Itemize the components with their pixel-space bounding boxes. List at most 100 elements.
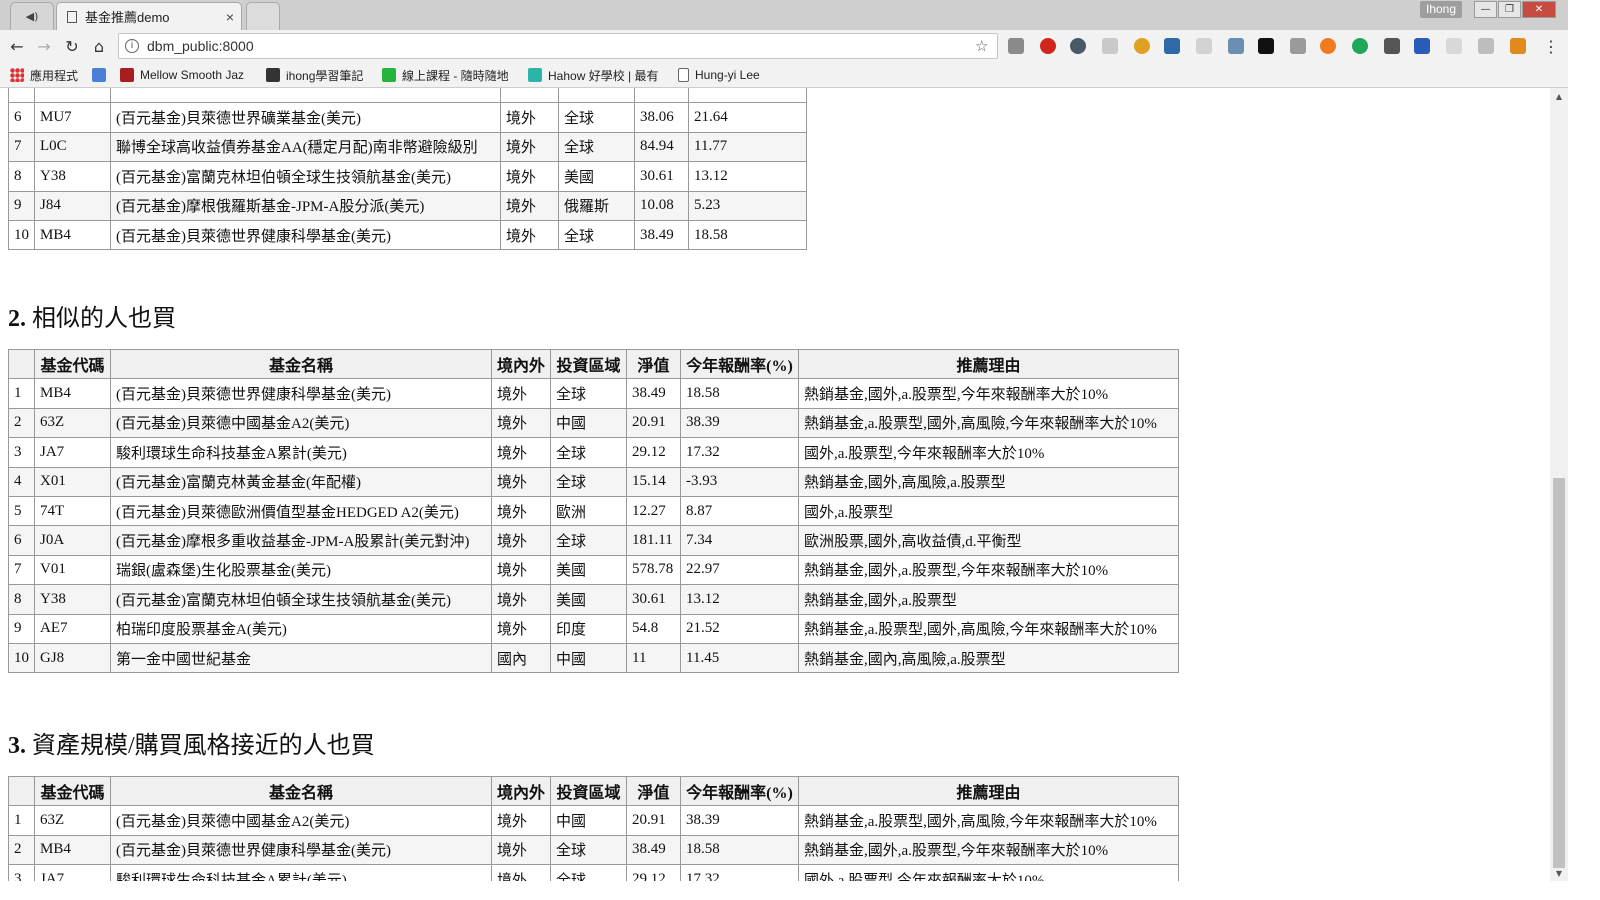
cell-investment-region: 全球	[558, 219, 635, 251]
text-extension-icon[interactable]	[1134, 38, 1150, 54]
table-row: 7 L0C 聯博全球高收益債券基金AA(穩定月配)南非幣避險級別 境外 全球 84.94 1…	[8, 131, 807, 163]
evernote-extension-icon[interactable]	[1352, 38, 1368, 54]
vertical-scrollbar[interactable]: ▲ ▼	[1550, 88, 1568, 881]
forward-icon[interactable]: →	[33, 36, 55, 58]
url-text[interactable]: dbm_public:8000	[147, 38, 975, 54]
tool-extension-icon[interactable]	[1228, 38, 1244, 54]
translate-extension-icon[interactable]	[1164, 38, 1180, 54]
tab-strip: ◀) 基金推薦demo × Ihong — ❐ ✕	[0, 0, 1568, 30]
bookmark-translate[interactable]	[92, 66, 112, 84]
ghostery-extension-icon[interactable]	[1070, 38, 1086, 54]
pdf-extension-icon[interactable]	[1478, 38, 1494, 54]
cell-investment-region	[558, 88, 635, 104]
section-title: 相似的人也買	[32, 306, 176, 332]
column-header-row-index	[8, 775, 35, 807]
cell-fund-code: MU7	[34, 102, 111, 133]
fox-extension-icon[interactable]	[1510, 38, 1526, 54]
cell-fund-code: Y38	[34, 161, 111, 192]
tab-active[interactable]: 基金推薦demo ×	[56, 2, 242, 30]
scroll-up-icon[interactable]: ▲	[1550, 90, 1568, 104]
cell-fund-code: AE7	[34, 613, 111, 644]
cell-recommend-reason: 熱銷基金,國外,a.股票型,今年來報酬率大於10%	[798, 834, 1180, 866]
info-icon[interactable]: i	[125, 39, 139, 53]
cell-investment-region: 俄羅斯	[558, 190, 635, 221]
section-number: 3.	[8, 733, 26, 759]
cell-fund-code: 74T	[34, 495, 111, 527]
cell-row-index: 10	[8, 219, 35, 251]
bookmark-label: Mellow Smooth Jaz	[140, 68, 245, 82]
cell-investment-region: 全球	[550, 834, 628, 866]
opera-extension-icon[interactable]	[1040, 38, 1056, 54]
cell-net-value: 84.94	[634, 131, 689, 163]
clipboard-extension-icon[interactable]	[1102, 38, 1118, 54]
cell-domestic-foreign: 境外	[490, 554, 552, 586]
cell-domestic-foreign: 境外	[490, 584, 552, 615]
cell-recommend-reason: 熱銷基金,國外,a.股票型	[798, 584, 1180, 615]
cell-ytd-return: 17.32	[680, 864, 800, 881]
bookmark-mellow[interactable]: Mellow Smooth Jaz	[120, 66, 244, 84]
c-extension-icon[interactable]	[1290, 38, 1306, 54]
scrollbar-thumb[interactable]	[1553, 478, 1565, 868]
cell-recommend-reason: 國外,a.股票型	[798, 495, 1180, 527]
cell-row-index: 4	[8, 466, 35, 497]
table-row: 2 MB4 (百元基金)貝萊德世界健康科學基金(美元) 境外 全球 38.49 18.58 熱…	[8, 834, 1180, 866]
home-icon[interactable]: ⌂	[88, 36, 110, 58]
cell-fund-code: 63Z	[34, 407, 111, 439]
back-icon[interactable]: ←	[6, 36, 28, 58]
cell-ytd-return: 13.12	[680, 584, 800, 615]
cell-recommend-reason: 熱銷基金,國外,a.股票型,今年來報酬率大於10%	[798, 554, 1180, 586]
bookmark-apps[interactable]: 應用程式	[10, 66, 78, 84]
cell-fund-code: L0C	[34, 131, 111, 163]
scroll-down-icon[interactable]: ▼	[1550, 867, 1568, 881]
cell-net-value: 38.49	[626, 378, 682, 409]
bookmark-extension-icon[interactable]	[1414, 38, 1430, 54]
mail-extension-icon[interactable]	[1008, 38, 1024, 54]
apps-icon	[10, 68, 24, 82]
bookmark-hungyi[interactable]: Hung-yi Lee	[678, 66, 760, 84]
column-header-fund-code: 基金代碼	[34, 348, 111, 380]
page-viewport: 6 MU7 (百元基金)貝萊德世界礦業基金(美元) 境外 全球 38.06 21.64 7 L0…	[0, 88, 1550, 881]
new-tab-button[interactable]	[246, 2, 280, 30]
cell-investment-region: 全球	[550, 525, 628, 556]
translate-icon	[92, 68, 106, 82]
cell-ytd-return: 11.77	[688, 131, 807, 163]
tab-audio[interactable]: ◀)	[10, 2, 54, 30]
cell-fund-code: MB4	[34, 378, 111, 409]
ninja-extension-icon[interactable]	[1258, 38, 1274, 54]
column-header-fund-name: 基金名稱	[110, 775, 492, 807]
cell-recommend-reason: 熱銷基金,國外,高風險,a.股票型	[798, 466, 1180, 497]
orange-extension-icon[interactable]	[1320, 38, 1336, 54]
cell-net-value: 10.08	[634, 190, 689, 221]
cell-net-value: 12.27	[626, 495, 682, 527]
table-row: 8 Y38 (百元基金)富蘭克林坦伯頓全球生技領航基金(美元) 境外 美國 30.61 13…	[8, 584, 1180, 615]
star-icon[interactable]: ☆	[975, 37, 997, 55]
bookmark-course[interactable]: 線上課程 - 隨時隨地	[382, 66, 509, 84]
udemy-icon	[382, 68, 396, 82]
menu-icon[interactable]: ⋮	[1540, 36, 1562, 58]
bookmark-label: 應用程式	[30, 68, 79, 83]
cell-domestic-foreign: 國內	[490, 642, 552, 674]
user-badge[interactable]: Ihong	[1420, 1, 1462, 18]
column-header-net-value: 淨值	[626, 775, 682, 807]
bookmark-ihong[interactable]: ihong學習筆記	[266, 66, 363, 84]
section-number: 2.	[8, 306, 26, 332]
minimize-button[interactable]: —	[1474, 1, 1497, 18]
bracket-extension-icon[interactable]	[1446, 38, 1462, 54]
cell-fund-name: 第一金中國世紀基金	[110, 642, 492, 674]
cell-investment-region: 美國	[550, 554, 628, 586]
shield-extension-icon[interactable]	[1384, 38, 1400, 54]
cell-fund-name: 聯博全球高收益債券基金AA(穩定月配)南非幣避險級別	[110, 131, 501, 163]
cell-fund-code: V01	[34, 554, 111, 586]
column-header-recommend-reason: 推薦理由	[798, 348, 1180, 380]
restore-button[interactable]: ❐	[1498, 1, 1521, 18]
tab-close-icon[interactable]: ×	[219, 9, 241, 25]
bookmark-hahow[interactable]: Hahow 好學校 | 最有	[528, 66, 658, 84]
audio-icon[interactable]: ◀)	[26, 10, 39, 23]
table-row: 1 MB4 (百元基金)貝萊德世界健康科學基金(美元) 境外 全球 38.49 18.58 熱…	[8, 378, 1180, 409]
table-row: 3 JA7 駿利環球生命科技基金A累計(美元) 境外 全球 29.12 17.32 國外,a.…	[8, 864, 1180, 881]
address-bar[interactable]: i dbm_public:8000 ☆	[118, 33, 998, 59]
cell-ytd-return: 5.23	[688, 190, 807, 221]
reader-extension-icon[interactable]	[1196, 38, 1212, 54]
close-window-button[interactable]: ✕	[1522, 1, 1556, 18]
reload-icon[interactable]: ↻	[61, 36, 83, 58]
